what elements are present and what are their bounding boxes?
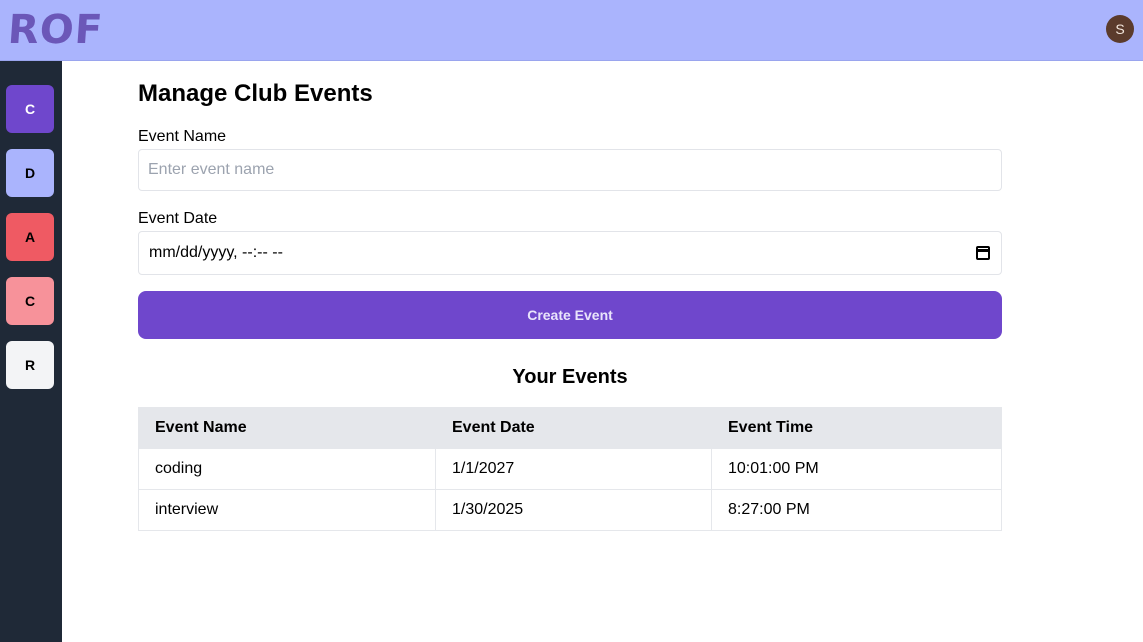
club-sidebar: C D A C R (0, 61, 62, 642)
column-header-event-date: Event Date (435, 407, 712, 449)
event-name-input[interactable] (139, 150, 1001, 190)
column-header-event-name: Event Name (138, 407, 436, 449)
table-row: coding 1/1/2027 10:01:00 PM (138, 448, 1002, 490)
top-bar: ROF S (0, 0, 1143, 61)
user-avatar[interactable]: S (1106, 15, 1134, 43)
event-date-label: Event Date (138, 210, 218, 227)
table-header-row: Event Name Event Date Event Time (138, 407, 1002, 449)
calendar-icon[interactable] (976, 246, 990, 260)
table-row: interview 1/30/2025 8:27:00 PM (138, 489, 1002, 531)
event-date-cell: 1/1/2027 (435, 448, 712, 490)
event-time-cell: 10:01:00 PM (711, 448, 1002, 490)
event-name-cell: coding (138, 448, 436, 490)
event-date-value: mm/dd/yyyy, --:-- -- (149, 244, 283, 261)
club-icon-5[interactable]: R (6, 341, 54, 389)
events-table: Event Name Event Date Event Time coding … (138, 407, 1002, 531)
page-title: Manage Club Events (138, 80, 373, 107)
club-icon-2[interactable]: D (6, 149, 54, 197)
create-event-button[interactable]: Create Event (138, 291, 1002, 339)
event-name-cell: interview (138, 489, 436, 531)
club-icon-1[interactable]: C (6, 85, 54, 133)
event-time-cell: 8:27:00 PM (711, 489, 1002, 531)
events-heading: Your Events (512, 366, 628, 388)
event-date-input[interactable]: mm/dd/yyyy, --:-- -- (138, 231, 1002, 275)
column-header-event-time: Event Time (711, 407, 1002, 449)
club-icon-3[interactable]: A (6, 213, 54, 261)
event-name-label: Event Name (138, 128, 227, 145)
event-name-field-wrapper (138, 149, 1002, 191)
app-logo[interactable]: ROF (6, 7, 104, 53)
club-icon-4[interactable]: C (6, 277, 54, 325)
event-date-cell: 1/30/2025 (435, 489, 712, 531)
